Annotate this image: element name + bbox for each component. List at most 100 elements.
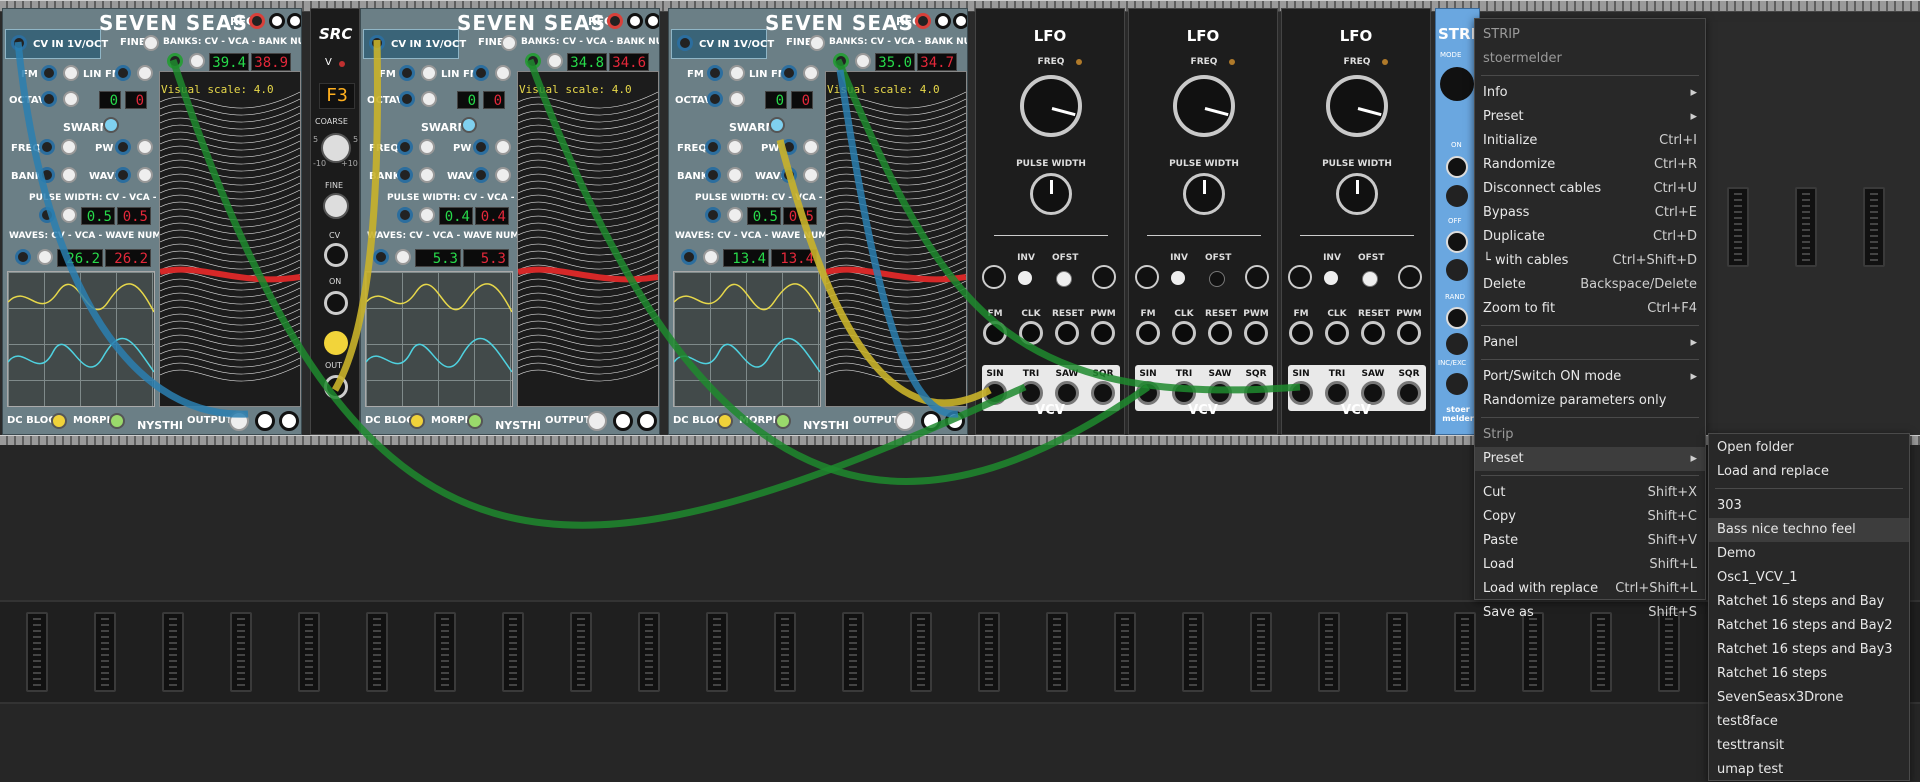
context-menu-item[interactable]: Initialize Ctrl+I [1475,129,1705,153]
sqr-output-jack[interactable] [1244,381,1268,405]
lin-fm-knob[interactable] [803,65,819,81]
output-jack-left[interactable] [255,411,275,431]
out-jack[interactable] [324,375,348,399]
octave-knob[interactable] [729,91,745,107]
reset-jack[interactable] [1055,321,1079,345]
preset-submenu-item[interactable]: 303 [1709,494,1909,518]
output-knob[interactable] [895,411,915,431]
freq-knob[interactable] [419,139,435,155]
freq-jack[interactable] [705,139,721,155]
pw-cv-jack[interactable] [39,207,55,223]
tri-output-jack[interactable] [1172,381,1196,405]
fm-knob[interactable] [982,265,1006,289]
cv-in-jack[interactable] [11,35,27,51]
on-jack[interactable] [324,291,348,315]
context-menu-item[interactable]: └ with cables Ctrl+Shift+D [1475,249,1705,273]
pw-cv-jack[interactable] [397,207,413,223]
banks-cv-jack[interactable] [833,53,849,69]
pw-jack[interactable] [115,139,131,155]
context-menu-item[interactable]: Paste Shift+V [1475,529,1705,553]
context-menu-item[interactable]: Copy Shift+C [1475,505,1705,529]
rec-jack[interactable] [607,13,623,29]
context-menu-item[interactable]: Panel ▸ [1475,331,1705,355]
rec-button[interactable] [935,13,951,29]
sin-output-jack[interactable] [1289,381,1313,405]
freq-knob[interactable] [1326,75,1388,137]
banks-cv-jack[interactable] [167,53,183,69]
fine-knob[interactable] [143,35,159,51]
context-menu-item[interactable]: Port/Switch ON mode ▸ [1475,365,1705,389]
rec-button[interactable] [627,13,643,29]
bank-jack[interactable] [705,167,721,183]
output-knob[interactable] [229,411,249,431]
dc-block-button[interactable] [51,413,67,429]
ofst-switch[interactable] [1362,271,1378,287]
reset-jack[interactable] [1208,321,1232,345]
context-menu-item[interactable]: Delete Backspace/Delete [1475,273,1705,297]
freq-knob[interactable] [1020,75,1082,137]
preset-submenu-item[interactable]: Demo [1709,542,1909,566]
output-jack-right[interactable] [637,411,657,431]
pulse-width-knob[interactable] [1030,173,1072,215]
ofst-switch[interactable] [1056,271,1072,287]
saw-output-jack[interactable] [1208,381,1232,405]
waves-cv-jack[interactable] [15,249,31,265]
mode-knob[interactable] [1440,67,1474,101]
fine-knob[interactable] [501,35,517,51]
pwm-jack[interactable] [1397,321,1421,345]
wave-jack[interactable] [473,167,489,183]
sqr-output-jack[interactable] [1091,381,1115,405]
waves-vca-knob[interactable] [37,249,53,265]
wave-knob[interactable] [803,167,819,183]
tri-output-jack[interactable] [1325,381,1349,405]
reset-jack[interactable] [1361,321,1385,345]
waves-cv-jack[interactable] [373,249,389,265]
context-menu-item[interactable]: Duplicate Ctrl+D [1475,225,1705,249]
context-menu-item[interactable]: Randomize Ctrl+R [1475,153,1705,177]
saw-output-jack[interactable] [1361,381,1385,405]
pwm-knob[interactable] [1092,265,1116,289]
freq-jack[interactable] [397,139,413,155]
freq-jack[interactable] [39,139,55,155]
fm-knob[interactable] [63,65,79,81]
wave-jack[interactable] [115,167,131,183]
preset-submenu-item[interactable]: testtransit [1709,734,1909,758]
bank-knob[interactable] [61,167,77,183]
fm-jack[interactable] [1289,321,1313,345]
pw-vca-knob[interactable] [419,207,435,223]
fm-jack[interactable] [1136,321,1160,345]
saw-output-jack[interactable] [1055,381,1079,405]
waves-vca-knob[interactable] [703,249,719,265]
pwm-knob[interactable] [1398,265,1422,289]
preset-submenu-item[interactable]: Ratchet 16 steps and Bay3 [1709,638,1909,662]
pw-vca-knob[interactable] [61,207,77,223]
output-jack-right[interactable] [279,411,299,431]
context-menu-item[interactable]: Load Shift+L [1475,553,1705,577]
cv-in-jack[interactable] [369,35,385,51]
pulse-width-knob[interactable] [1183,173,1225,215]
preset-submenu-item[interactable]: Ratchet 16 steps and Bay2 [1709,614,1909,638]
cv-jack[interactable] [324,243,348,267]
morph-button[interactable] [775,413,791,429]
rec-output-jack[interactable] [953,13,967,29]
banks-cv-jack[interactable] [525,53,541,69]
context-menu-item[interactable]: Zoom to fit Ctrl+F4 [1475,297,1705,321]
morph-button[interactable] [109,413,125,429]
strip-on-jack[interactable] [1446,156,1468,178]
pulse-width-knob[interactable] [1336,173,1378,215]
fine-knob[interactable] [809,35,825,51]
clk-jack[interactable] [1172,321,1196,345]
pw-knob[interactable] [495,139,511,155]
context-menu-item[interactable]: Save as Shift+S [1475,601,1705,625]
sin-output-jack[interactable] [983,381,1007,405]
dc-block-button[interactable] [717,413,733,429]
lin-fm-jack[interactable] [473,65,489,81]
pw-cv-jack[interactable] [705,207,721,223]
fm-jack[interactable] [41,65,57,81]
banks-vca-knob[interactable] [189,53,205,69]
fm-knob[interactable] [1288,265,1312,289]
banks-vca-knob[interactable] [547,53,563,69]
ofst-switch[interactable] [1209,271,1225,287]
pw-knob[interactable] [137,139,153,155]
preset-submenu-item[interactable]: Osc1_VCV_1 [1709,566,1909,590]
